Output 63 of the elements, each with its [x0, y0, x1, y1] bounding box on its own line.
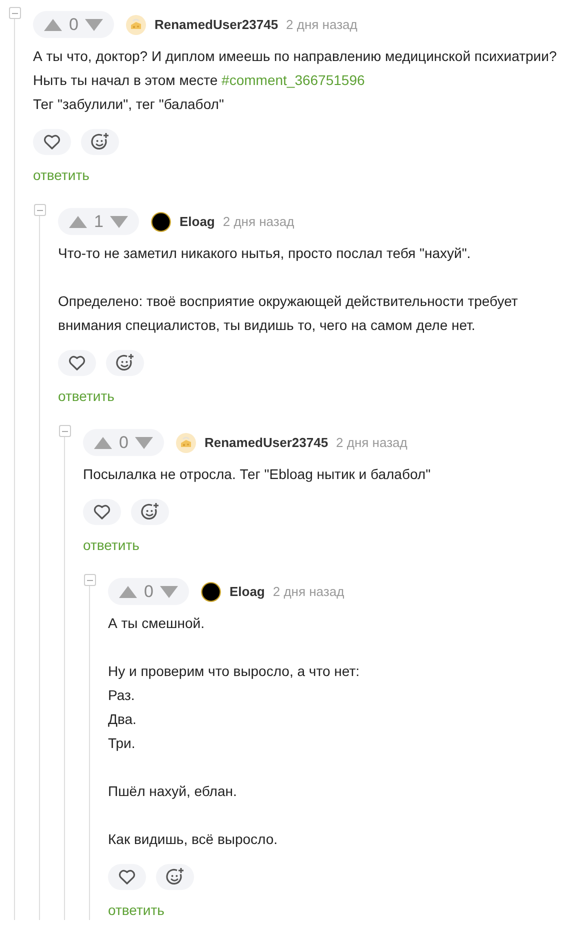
comment-text: Раз. [108, 686, 135, 705]
comment-time: 2 дня назад [286, 17, 358, 32]
like-button[interactable] [58, 350, 96, 376]
avatar-icon [201, 582, 222, 602]
downvote-button[interactable] [159, 584, 180, 598]
comment-text: Ныть ты начал в этом месте #comment_366751596 [33, 71, 365, 90]
reaction-button[interactable] [131, 499, 169, 525]
heart-icon [43, 134, 61, 150]
comment-link[interactable]: #comment_366751596 [222, 72, 365, 88]
upvote-button[interactable] [118, 584, 138, 598]
smiley-add-icon [140, 502, 160, 522]
reply-link[interactable]: ответить [83, 535, 140, 555]
comment-text: внимания специалистов, ты видишь то, чего на самом деле нет. [58, 316, 476, 335]
reply-link[interactable]: ответить [33, 165, 90, 185]
comment-text: Три. [108, 734, 136, 753]
collapse-button[interactable] [59, 425, 71, 437]
comment-text: Ну и проверим что выросло, а что нет: [108, 662, 360, 681]
author-name[interactable]: Eloag [179, 214, 215, 229]
vote-count: 0 [69, 14, 78, 34]
downvote-button[interactable] [134, 436, 154, 450]
downvote-button[interactable] [109, 214, 130, 228]
like-button[interactable] [108, 864, 146, 890]
upvote-button[interactable] [68, 214, 88, 228]
comment-text: Посылалка не отросла. Тег "Ebloag нытик и балабол" [83, 465, 431, 484]
avatar-icon [126, 14, 146, 34]
comment-time: 2 дня назад [336, 435, 408, 450]
like-button[interactable] [83, 499, 121, 525]
avatar-icon [176, 432, 196, 452]
comment-text: Определено: твоё восприятие окружающей действительности требует [58, 292, 518, 311]
comment-text: А ты что, доктор? И диплом имеешь по направлению медицинской психиатрии? [33, 47, 557, 66]
smiley-add-icon [115, 353, 135, 373]
comment-text: Пшёл нахуй, еблан. [108, 782, 237, 801]
comment-text: Два. [108, 710, 136, 729]
vote-count: 1 [94, 212, 104, 232]
reaction-button[interactable] [106, 350, 144, 376]
comment-text: Тег "забулили", тег "балабол" [33, 95, 224, 114]
collapse-button[interactable] [34, 204, 46, 216]
comment-time: 2 дня назад [222, 214, 294, 229]
reaction-button[interactable] [156, 864, 194, 890]
collapse-button[interactable] [9, 7, 21, 19]
comment-time: 2 дня назад [272, 584, 344, 599]
comment-text: Что-то не заметил никакого нытья, просто послал тебя "нахуй". [58, 244, 471, 263]
upvote-button[interactable] [43, 18, 63, 32]
author-name[interactable]: Eloag [229, 584, 265, 599]
like-button[interactable] [33, 129, 71, 155]
author-name[interactable]: RenamedUser23745 [154, 17, 278, 32]
downvote-button[interactable] [84, 18, 104, 32]
heart-icon [93, 504, 111, 520]
smiley-add-icon [90, 132, 110, 152]
author-name[interactable]: RenamedUser23745 [204, 435, 328, 450]
smiley-add-icon [165, 867, 185, 887]
vote-count: 0 [119, 432, 128, 452]
reaction-button[interactable] [81, 129, 119, 155]
collapse-button[interactable] [84, 574, 96, 586]
avatar-icon [151, 212, 172, 232]
reply-link[interactable]: ответить [108, 900, 164, 920]
upvote-button[interactable] [93, 436, 113, 450]
comment-text: Как видишь, всё выросло. [108, 830, 278, 849]
comment-text: А ты смешной. [108, 614, 204, 633]
vote-count: 0 [144, 582, 154, 602]
heart-icon [118, 869, 136, 885]
heart-icon [68, 355, 86, 371]
reply-link[interactable]: ответить [58, 386, 114, 406]
